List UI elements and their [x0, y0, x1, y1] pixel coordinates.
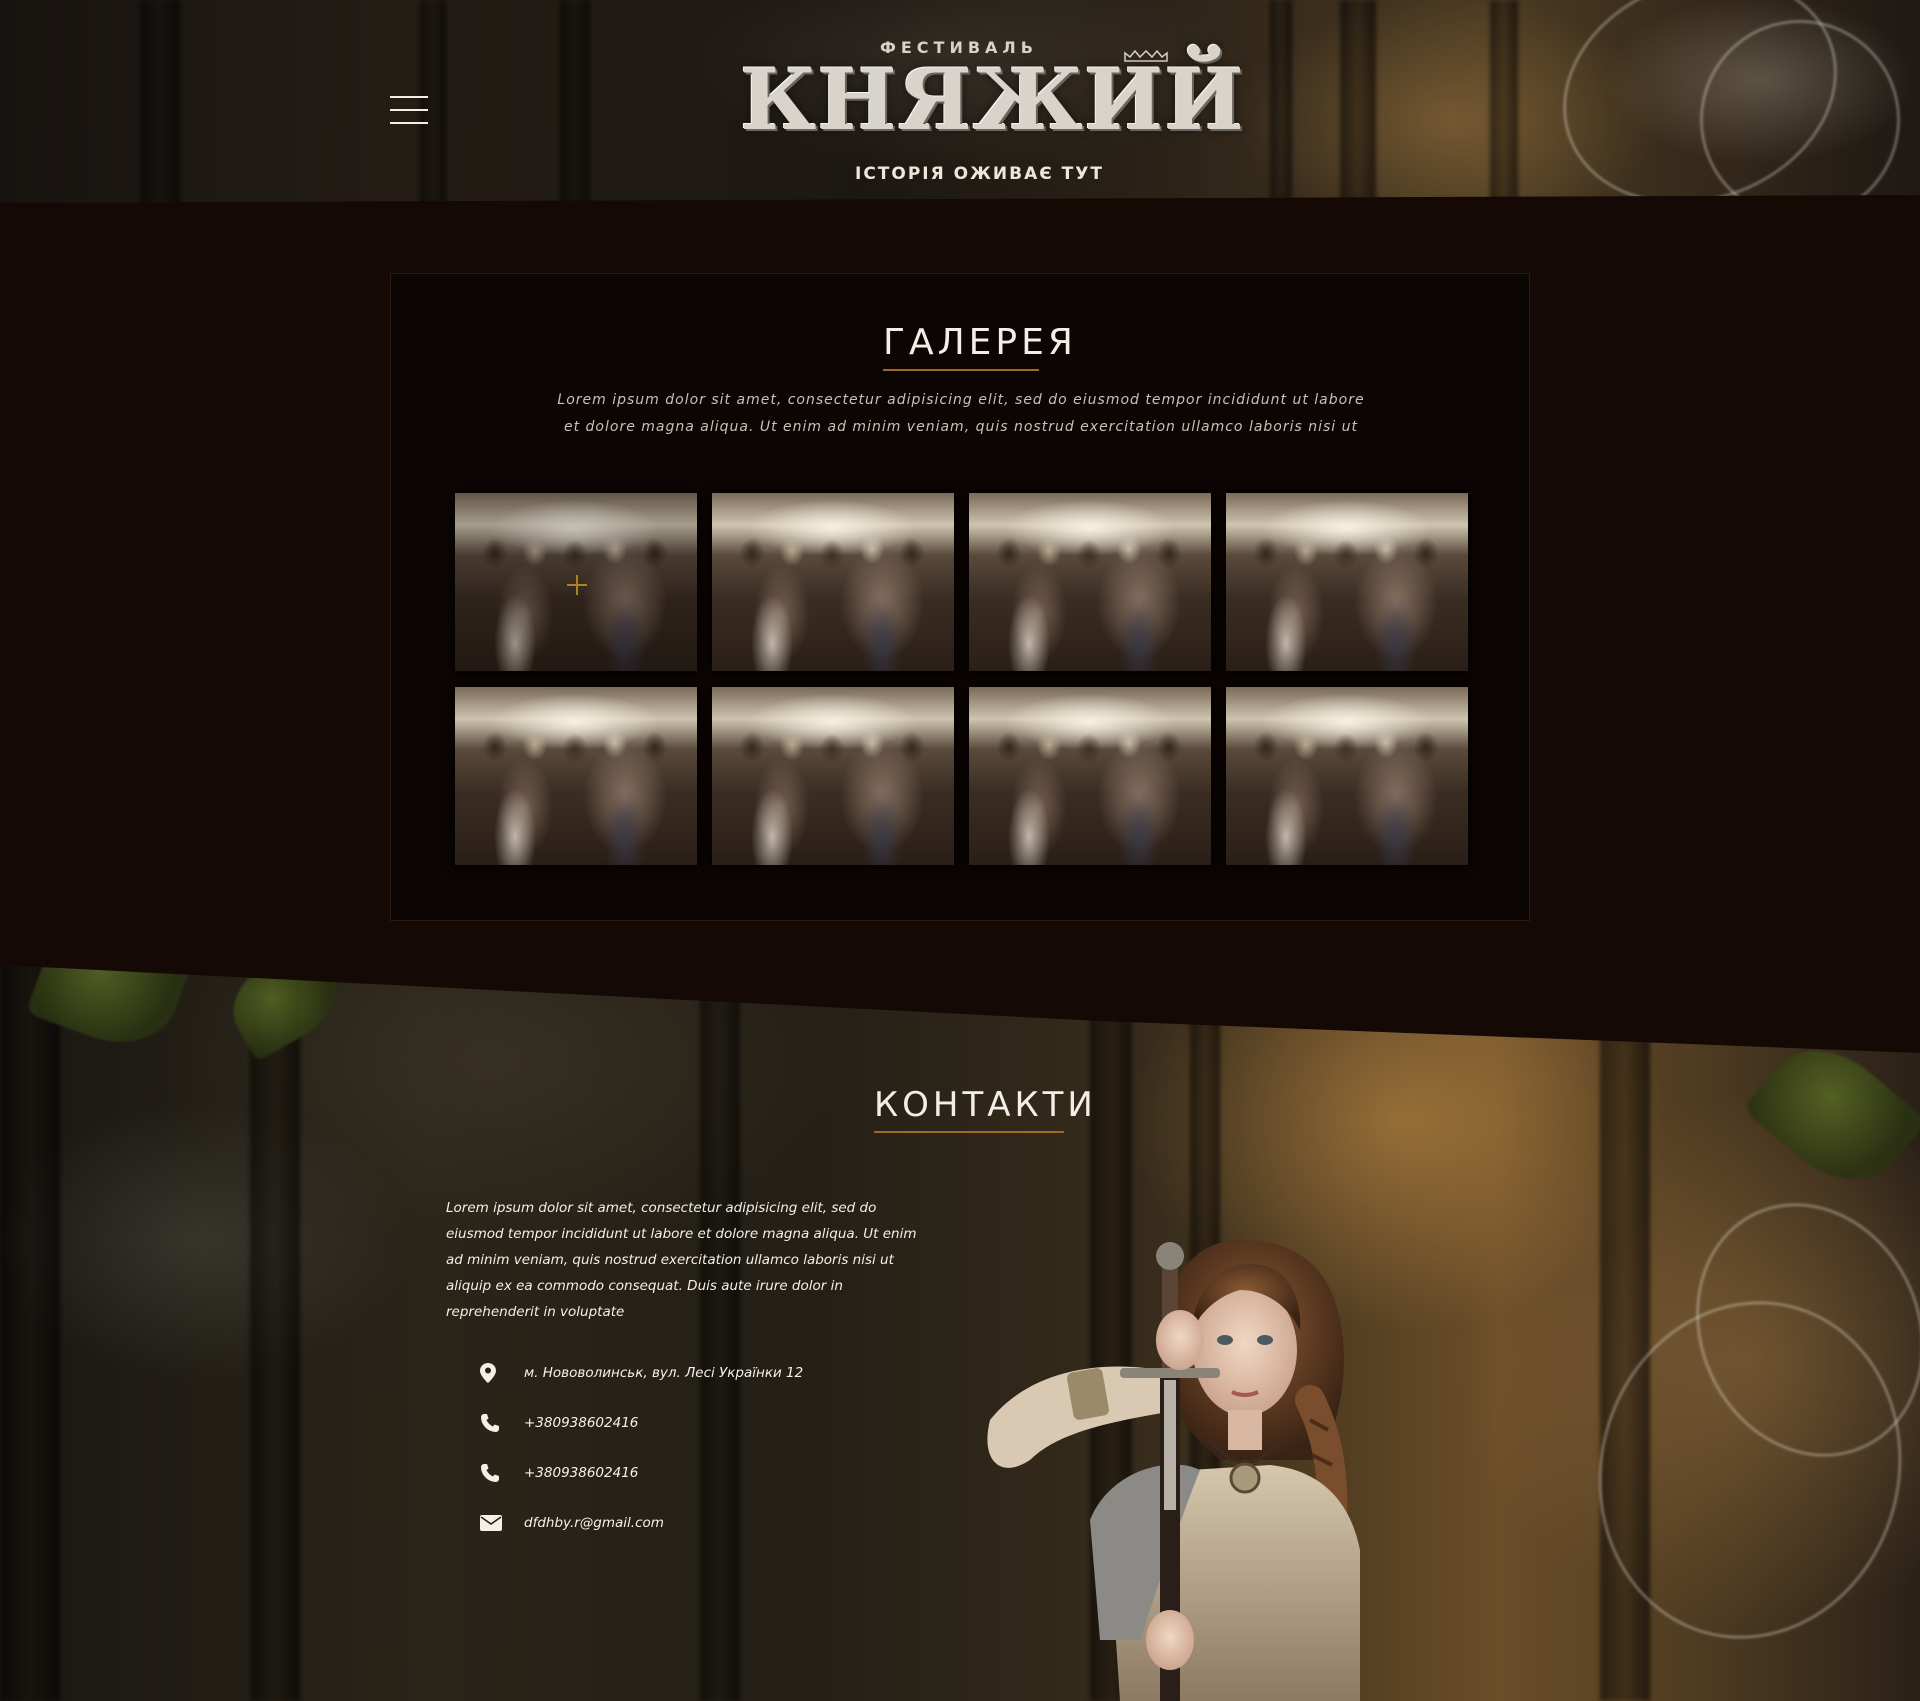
- gallery-photo[interactable]: [455, 687, 697, 865]
- contact-phone-text: +380938602416: [524, 1465, 639, 1481]
- plus-icon: [567, 575, 587, 595]
- menu-hamburger-icon[interactable]: [390, 96, 428, 124]
- gallery-photo[interactable]: [1226, 493, 1468, 671]
- contact-phone-text: +380938602416: [524, 1415, 639, 1431]
- site-header: ФЕСТИВАЛЬ КНЯЖИЙ ІСТОРІЯ ОЖИВАЄ ТУТ: [0, 0, 1920, 200]
- contact-phone[interactable]: +380938602416: [480, 1448, 803, 1498]
- festival-logo[interactable]: ФЕСТИВАЛЬ КНЯЖИЙ ІСТОРІЯ ОЖИВАЄ ТУТ: [720, 36, 1245, 196]
- gallery-photo[interactable]: [1226, 687, 1468, 865]
- contact-address[interactable]: м. Нововолинськ, вул. Лесі Українки 12: [480, 1348, 803, 1398]
- gallery-photo[interactable]: [969, 687, 1211, 865]
- contact-address-text: м. Нововолинськ, вул. Лесі Українки 12: [524, 1365, 804, 1381]
- contact-phone[interactable]: +380938602416: [480, 1398, 803, 1448]
- gallery-photo[interactable]: [455, 493, 697, 671]
- location-pin-icon: [480, 1363, 524, 1383]
- contacts-title: КОНТАКТИ: [874, 1085, 1093, 1133]
- logo-title: КНЯЖИЙ: [740, 50, 1245, 149]
- phone-icon: [480, 1413, 524, 1433]
- gallery-photo[interactable]: [712, 493, 954, 671]
- gallery-title: ГАЛЕРЕЯ: [883, 322, 1073, 371]
- envelope-icon: [480, 1515, 524, 1531]
- contact-list: м. Нововолинськ, вул. Лесі Українки 12 +…: [480, 1348, 803, 1548]
- gallery-panel: ГАЛЕРЕЯ Lorem ipsum dolor sit amet, cons…: [390, 273, 1530, 921]
- phone-icon: [480, 1463, 524, 1483]
- gallery-photo[interactable]: [969, 493, 1211, 671]
- gallery-photo[interactable]: [712, 687, 954, 865]
- contacts-description: Lorem ipsum dolor sit amet, consectetur …: [446, 1200, 917, 1320]
- contact-email-text: dfdhby.r@gmail.com: [524, 1515, 664, 1531]
- logo-tagline: ІСТОРІЯ ОЖИВАЄ ТУТ: [855, 164, 1104, 184]
- warrior-woman-illustration: [987, 1240, 1360, 1701]
- contact-email[interactable]: dfdhby.r@gmail.com: [480, 1498, 803, 1548]
- gallery-description: Lorem ipsum dolor sit amet, consectetur …: [557, 392, 1365, 435]
- gallery-grid: [455, 493, 1468, 865]
